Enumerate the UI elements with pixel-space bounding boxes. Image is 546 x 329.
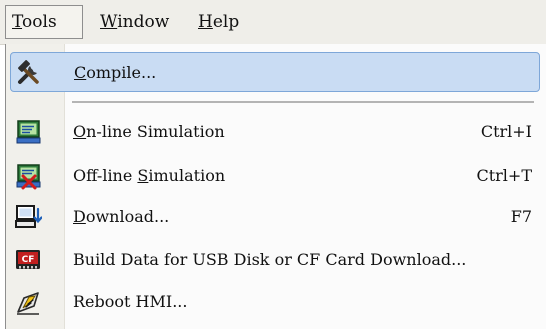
menu-tools[interactable]: Tools [5,5,83,39]
download-label-rest: ownload... [85,207,170,226]
menu-item-reboot-hmi[interactable]: Reboot HMI... [10,282,540,322]
menu-item-download-shortcut: F7 [510,207,532,226]
online-simulation-icon [14,118,42,146]
svg-text:CF: CF [22,255,35,265]
reboot-hmi-icon [14,288,42,316]
menu-help-label-rest: elp [212,12,240,32]
menu-item-online-simulation-shortcut: Ctrl+I [480,122,532,141]
menu-item-offline-simulation-shortcut: Ctrl+T [476,166,532,185]
menu-item-download[interactable]: Download... F7 [10,197,540,237]
menu-item-online-simulation[interactable]: On-line Simulation Ctrl+I [10,112,540,152]
menu-window-label-rest: indow [117,12,170,32]
menu-window-mnemonic: W [100,12,118,32]
menu-item-offline-simulation-label: Off-line Simulation [73,156,225,196]
menu-item-build-data-label: Build Data for USB Disk or CF Card Downl… [73,250,467,269]
download-icon [14,203,42,231]
menu-item-compile-label: Compile... [74,53,156,93]
menu-item-compile[interactable]: Compile... [10,52,540,92]
offline-simulation-mnemonic: S [137,166,149,185]
menu-bar: Tools Window Help [0,0,546,45]
online-simulation-mnemonic: O [73,122,87,141]
online-simulation-label-rest: n-line Simulation [86,122,225,141]
compile-mnemonic: C [74,63,87,82]
menu-item-offline-simulation[interactable]: Off-line Simulation Ctrl+T [10,156,540,196]
menu-item-download-label: Download... [73,197,169,237]
offline-simulation-icon [14,162,42,190]
menu-item-build-data-usb-cf[interactable]: CF Build Data for USB Disk or CF Card Do… [10,240,540,280]
download-mnemonic: D [73,207,86,226]
menu-help[interactable]: Help [192,5,252,39]
tools-dropdown-menu: Compile... On-line Simulation Ctrl+I Off… [5,44,546,329]
menu-item-reboot-hmi-label: Reboot HMI... [73,292,188,311]
offline-simulation-label-before: Off-line [73,166,138,185]
menu-help-mnemonic: H [198,12,213,32]
menu-tools-label-rest: ools [22,12,57,32]
offline-simulation-label-after: imulation [148,166,226,185]
menu-item-online-simulation-label: On-line Simulation [73,112,225,152]
menu-window[interactable]: Window [94,5,182,39]
menu-tools-mnemonic: T [12,12,23,32]
compile-label-rest: ompile... [86,63,157,82]
hammer-wrench-icon [15,59,43,87]
menu-separator [72,101,534,103]
cf-card-icon: CF [14,246,42,274]
